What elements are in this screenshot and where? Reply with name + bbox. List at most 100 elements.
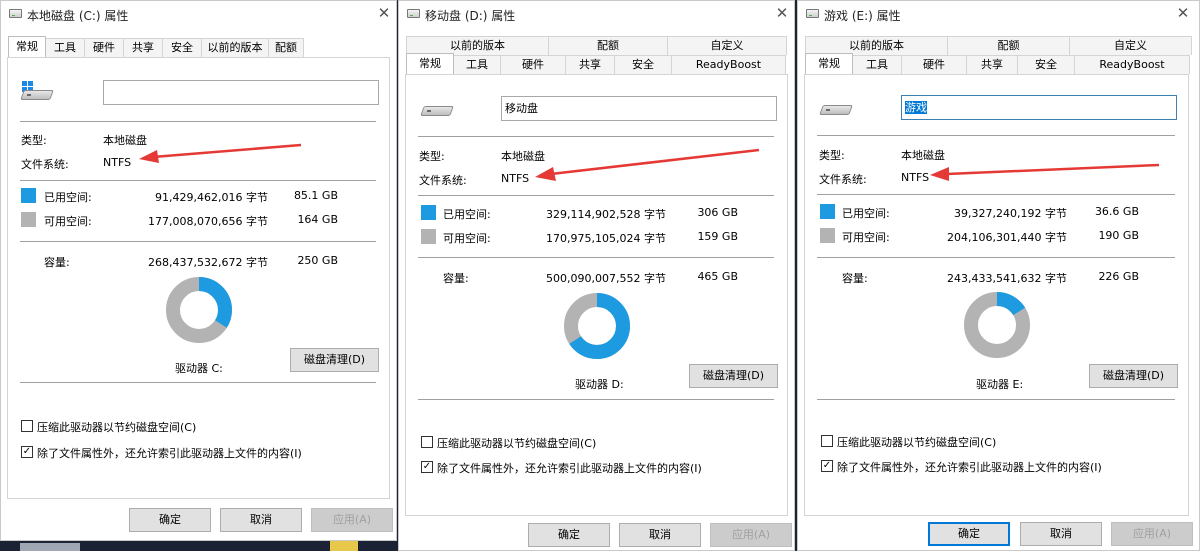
- tab-hardware[interactable]: 硬件: [84, 38, 124, 57]
- tab-general[interactable]: 常规: [8, 36, 46, 57]
- tab-general[interactable]: 常规: [406, 53, 454, 74]
- title-bar[interactable]: 本地磁盘 (C:) 属性 ✕: [1, 1, 396, 29]
- tab-customize[interactable]: 自定义: [667, 36, 787, 55]
- index-label[interactable]: 除了文件属性外，还允许索引此驱动器上文件的内容(I): [837, 459, 1102, 475]
- ok-button[interactable]: 确定: [528, 523, 610, 547]
- used-space-bytes: 91,429,462,016 字节: [155, 191, 268, 204]
- tab-tools[interactable]: 工具: [852, 55, 902, 74]
- tab-row: 常规 工具 硬件 共享 安全 以前的版本 配额: [8, 36, 304, 57]
- divider: [817, 194, 1175, 195]
- tab-customize[interactable]: 自定义: [1069, 36, 1192, 55]
- cancel-button[interactable]: 取消: [220, 508, 302, 532]
- used-space-swatch: [820, 204, 835, 219]
- title-bar[interactable]: 游戏 (E:) 属性 ✕: [798, 1, 1199, 29]
- close-icon[interactable]: ✕: [1175, 5, 1191, 21]
- compress-label[interactable]: 压缩此驱动器以节约磁盘空间(C): [437, 435, 596, 451]
- cancel-button[interactable]: 取消: [1020, 522, 1102, 546]
- drive-letter-label: 驱动器 C:: [175, 362, 223, 375]
- index-checkbox[interactable]: ✓: [421, 461, 433, 473]
- tab-quota[interactable]: 配额: [268, 38, 304, 57]
- divider: [20, 121, 376, 122]
- tab-sharing[interactable]: 共享: [565, 55, 615, 74]
- divider: [817, 257, 1175, 258]
- divider: [20, 241, 376, 242]
- used-space-label: 已用空间:: [842, 207, 890, 220]
- apply-button[interactable]: 应用(A): [311, 508, 393, 532]
- divider: [817, 399, 1175, 400]
- apply-button[interactable]: 应用(A): [710, 523, 792, 547]
- tab-tools[interactable]: 工具: [453, 55, 501, 74]
- filesystem-label: 文件系统:: [419, 174, 467, 187]
- tab-sharing[interactable]: 共享: [966, 55, 1018, 74]
- volume-name-input[interactable]: [103, 80, 379, 105]
- type-label: 类型:: [21, 134, 47, 147]
- window-title: 游戏 (E:) 属性: [824, 9, 901, 23]
- capacity-label: 容量:: [842, 272, 868, 285]
- tab-panel: 移动盘 类型: 本地磁盘 文件系统: NTFS 已用空间: 329,114,90…: [405, 74, 788, 516]
- tab-row: 常规 工具 硬件 共享 安全 ReadyBoost: [805, 53, 1190, 74]
- desktop-image: [330, 541, 358, 551]
- volume-name-input[interactable]: 移动盘: [501, 96, 777, 121]
- compress-checkbox[interactable]: [421, 436, 433, 448]
- close-icon[interactable]: ✕: [376, 5, 392, 21]
- capacity-label: 容量:: [443, 272, 469, 285]
- tab-row-upper: 以前的版本 配额 自定义: [805, 36, 1192, 55]
- used-space-gb: 306 GB: [697, 206, 738, 219]
- volume-name-selection: 游戏: [905, 101, 927, 114]
- divider: [20, 180, 376, 181]
- free-space-gb: 164 GB: [297, 213, 338, 226]
- tab-sharing[interactable]: 共享: [123, 38, 163, 57]
- capacity-gb: 250 GB: [297, 254, 338, 267]
- ok-button[interactable]: 确定: [928, 522, 1010, 546]
- tab-readyboost[interactable]: ReadyBoost: [1074, 55, 1190, 74]
- index-checkbox[interactable]: ✓: [21, 446, 33, 458]
- tab-readyboost[interactable]: ReadyBoost: [671, 55, 786, 74]
- free-space-label: 可用空间:: [44, 215, 92, 228]
- close-icon[interactable]: ✕: [774, 5, 790, 21]
- index-label[interactable]: 除了文件属性外，还允许索引此驱动器上文件的内容(I): [437, 460, 702, 476]
- divider: [418, 257, 774, 258]
- compress-checkbox[interactable]: [21, 420, 33, 432]
- type-value: 本地磁盘: [103, 134, 147, 147]
- tab-quota[interactable]: 配额: [548, 36, 668, 55]
- used-space-bytes: 39,327,240,192 字节: [954, 207, 1067, 220]
- free-space-bytes: 204,106,301,440 字节: [947, 231, 1067, 244]
- volume-name-input[interactable]: 游戏: [901, 95, 1177, 120]
- tab-tools[interactable]: 工具: [45, 38, 85, 57]
- tab-security[interactable]: 安全: [1017, 55, 1075, 74]
- title-bar[interactable]: 移动盘 (D:) 属性 ✕: [399, 1, 794, 29]
- index-checkbox[interactable]: ✓: [821, 460, 833, 472]
- cancel-button[interactable]: 取消: [619, 523, 701, 547]
- disk-cleanup-button[interactable]: 磁盘清理(D): [689, 364, 778, 388]
- free-space-gb: 159 GB: [697, 230, 738, 243]
- disk-cleanup-button[interactable]: 磁盘清理(D): [290, 348, 379, 372]
- used-space-label: 已用空间:: [443, 208, 491, 221]
- drive-letter-label: 驱动器 E:: [976, 378, 1024, 391]
- tab-quota[interactable]: 配额: [947, 36, 1070, 55]
- index-label[interactable]: 除了文件属性外，还允许索引此驱动器上文件的内容(I): [37, 445, 302, 461]
- drive-icon: [806, 9, 819, 18]
- ok-button[interactable]: 确定: [129, 508, 211, 532]
- properties-window-e: 游戏 (E:) 属性 ✕ 以前的版本 配额 自定义 常规 工具 硬件 共享 安全…: [797, 0, 1200, 551]
- tab-previous-versions[interactable]: 以前的版本: [201, 38, 269, 57]
- tab-general[interactable]: 常规: [805, 53, 853, 74]
- tab-security[interactable]: 安全: [162, 38, 202, 57]
- disk-cleanup-button[interactable]: 磁盘清理(D): [1089, 364, 1178, 388]
- free-space-swatch: [820, 228, 835, 243]
- filesystem-label: 文件系统:: [819, 173, 867, 186]
- tab-hardware[interactable]: 硬件: [901, 55, 967, 74]
- tab-hardware[interactable]: 硬件: [500, 55, 566, 74]
- filesystem-value: NTFS: [901, 171, 930, 184]
- drive-icon: [420, 102, 454, 116]
- apply-button[interactable]: 应用(A): [1111, 522, 1193, 546]
- compress-label[interactable]: 压缩此驱动器以节约磁盘空间(C): [837, 434, 996, 450]
- tab-security[interactable]: 安全: [614, 55, 672, 74]
- window-title: 本地磁盘 (C:) 属性: [27, 9, 129, 23]
- capacity-gb: 465 GB: [697, 270, 738, 283]
- compress-checkbox[interactable]: [821, 435, 833, 447]
- compress-label[interactable]: 压缩此驱动器以节约磁盘空间(C): [37, 419, 196, 435]
- used-space-swatch: [21, 188, 36, 203]
- capacity-bytes: 243,433,541,632 字节: [947, 272, 1067, 285]
- free-space-label: 可用空间:: [443, 232, 491, 245]
- used-space-gb: 85.1 GB: [293, 189, 338, 202]
